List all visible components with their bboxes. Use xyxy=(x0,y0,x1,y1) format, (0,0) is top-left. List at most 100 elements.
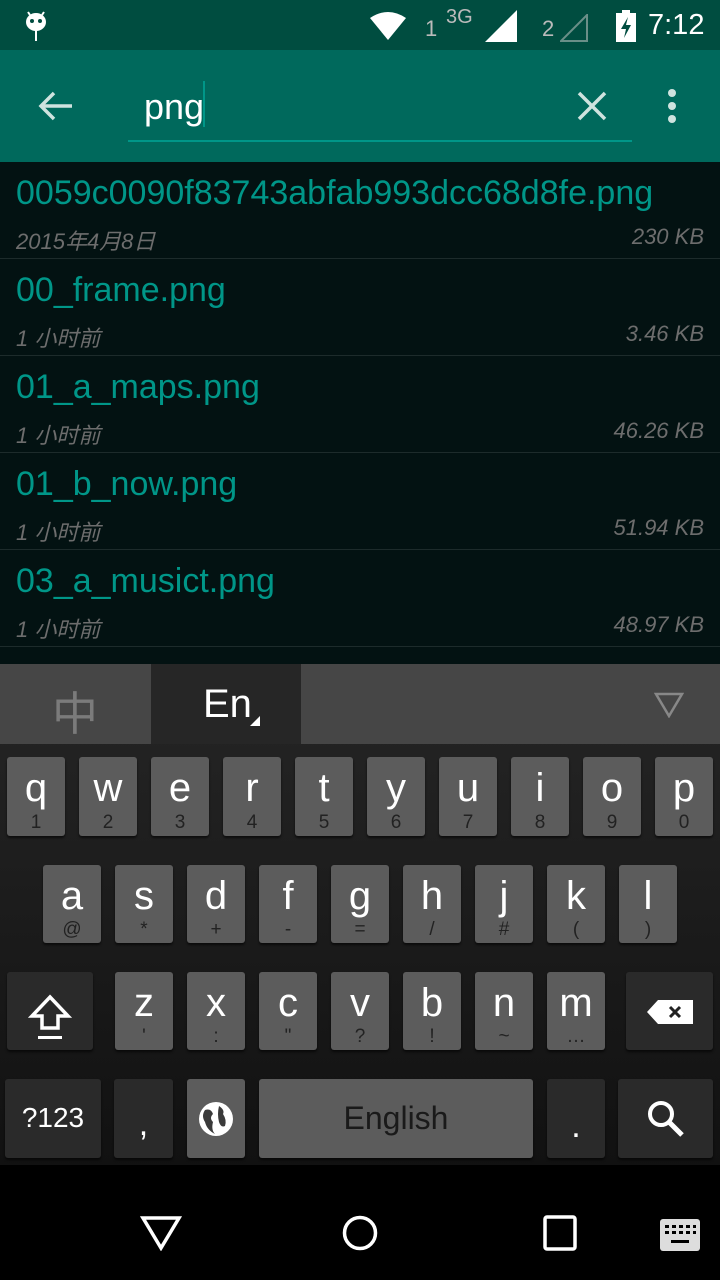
keyboard: 中 En q 1 w 2 e 3 r 4 t 5 y 6 u 7 i 8 o 9 p 0 a @ s * d + f - g = h / j # k… xyxy=(0,664,720,1165)
key-label: d xyxy=(204,874,228,918)
tab-chinese[interactable]: 中 xyxy=(0,664,151,744)
file-name: 03_a_musict.png xyxy=(16,562,275,600)
key-secondary-label: ' xyxy=(142,1026,146,1047)
key-i[interactable]: i8 xyxy=(511,757,569,836)
key-w[interactable]: w2 xyxy=(79,757,137,836)
key-secondary-label: 2 xyxy=(102,812,114,833)
key-y[interactable]: y6 xyxy=(367,757,425,836)
recents-nav-icon[interactable] xyxy=(543,1215,577,1251)
key-label: i xyxy=(535,766,545,810)
key-label: g xyxy=(348,874,372,918)
key-label: n xyxy=(492,981,516,1025)
key-o[interactable]: o9 xyxy=(583,757,641,836)
key-secondary-label: + xyxy=(210,919,222,940)
key-label: . xyxy=(571,1107,581,1145)
key-x[interactable]: x: xyxy=(187,972,245,1050)
file-date: 1 小时前 xyxy=(16,423,101,448)
key-label: ?123 xyxy=(21,1102,85,1133)
key-label: j xyxy=(499,874,509,918)
key-label: o xyxy=(600,766,624,810)
file-list-item[interactable]: 03_a_musict.png 1 小时前 48.97 KB xyxy=(0,550,720,647)
key-j[interactable]: j # xyxy=(475,865,533,943)
key-u[interactable]: u7 xyxy=(439,757,497,836)
delete-key[interactable] xyxy=(626,972,713,1050)
file-list-item[interactable]: 01_a_maps.png 1 小时前 46.26 KB xyxy=(0,356,720,453)
clock: 7:12 xyxy=(648,9,705,41)
key-l[interactable]: l) xyxy=(619,865,677,943)
globe-icon xyxy=(199,1102,233,1136)
file-name: 0059c0090f83743abfab993dcc68d8fe.png xyxy=(16,174,654,212)
key-h[interactable]: h / xyxy=(403,865,461,943)
key-s[interactable]: s * xyxy=(115,865,173,943)
key-label: e xyxy=(168,766,192,810)
key-label: w xyxy=(93,766,123,810)
close-icon[interactable] xyxy=(576,90,608,122)
key-n[interactable]: n ~ xyxy=(475,972,533,1050)
key-a[interactable]: a @ xyxy=(43,865,101,943)
tab-english[interactable]: En xyxy=(151,664,301,744)
key-secondary-label: 8 xyxy=(534,812,546,833)
keyboard-switch-icon[interactable] xyxy=(660,1219,700,1251)
collapse-triangle-icon[interactable] xyxy=(654,692,684,718)
shift-icon xyxy=(27,994,73,1039)
symbols-key[interactable]: ?123 xyxy=(5,1079,101,1158)
space-key[interactable]: English xyxy=(259,1079,533,1158)
key-g[interactable]: g = xyxy=(331,865,389,943)
file-date: 2015年4月8日 xyxy=(16,229,156,254)
search-key[interactable] xyxy=(618,1079,713,1158)
key-t[interactable]: t5 xyxy=(295,757,353,836)
key-f[interactable]: f- xyxy=(259,865,317,943)
key-secondary-label: 5 xyxy=(318,812,330,833)
key-secondary-label: " xyxy=(284,1026,292,1047)
key-k[interactable]: k( xyxy=(547,865,605,943)
file-size: 3.46 KB xyxy=(625,321,704,346)
arrow-left-icon[interactable] xyxy=(38,90,74,122)
shift-key[interactable] xyxy=(7,972,93,1050)
search-query: png xyxy=(144,86,205,127)
file-list-item[interactable]: 00_frame.png 1 小时前 3.46 KB xyxy=(0,259,720,356)
file-list-item[interactable]: 0059c0090f83743abfab993dcc68d8fe.png 2015… xyxy=(0,162,720,259)
key-secondary-label: @ xyxy=(62,919,82,940)
search-icon xyxy=(647,1101,684,1137)
key-e[interactable]: e3 xyxy=(151,757,209,836)
status-bar: 1 3G 2 7:12 xyxy=(0,0,720,50)
text-cursor xyxy=(203,81,205,127)
key-secondary-label: ) xyxy=(644,919,652,940)
key-v[interactable]: v? xyxy=(331,972,389,1050)
key-p[interactable]: p0 xyxy=(655,757,713,836)
more-vert-icon[interactable] xyxy=(664,88,680,124)
key-m[interactable]: m… xyxy=(547,972,605,1050)
back-nav-icon[interactable] xyxy=(140,1215,182,1251)
key-secondary-label: 7 xyxy=(462,812,474,833)
key-label: v xyxy=(350,981,370,1025)
search-toolbar: png xyxy=(0,50,720,162)
period-key[interactable]: . xyxy=(547,1079,605,1158)
home-nav-icon[interactable] xyxy=(342,1215,378,1251)
sim1-label: 1 xyxy=(425,16,438,41)
file-name: 01_b_now.png xyxy=(16,465,238,503)
key-label: , xyxy=(138,1105,149,1143)
key-b[interactable]: b! xyxy=(403,972,461,1050)
file-list-item[interactable]: 01_b_now.png 1 小时前 51.94 KB xyxy=(0,453,720,550)
key-z[interactable]: z ' xyxy=(115,972,173,1050)
file-date: 1 小时前 xyxy=(16,326,101,351)
signal-icon xyxy=(485,10,517,42)
key-d[interactable]: d + xyxy=(187,865,245,943)
file-size: 48.97 KB xyxy=(613,612,704,637)
key-secondary-label: ( xyxy=(572,919,580,940)
file-size: 230 KB xyxy=(631,224,704,249)
key-secondary-label: ~ xyxy=(498,1026,510,1047)
search-input[interactable]: png xyxy=(128,76,632,142)
language-key[interactable] xyxy=(187,1079,245,1158)
key-label: f xyxy=(282,874,294,918)
key-q[interactable]: q1 xyxy=(7,757,65,836)
key-label: p xyxy=(672,766,696,810)
key-c[interactable]: c " xyxy=(259,972,317,1050)
comma-key[interactable]: , xyxy=(114,1079,173,1158)
key-label: b xyxy=(420,981,444,1025)
android-icon xyxy=(26,11,46,41)
language-bar: 中 En xyxy=(0,664,720,744)
file-size: 46.26 KB xyxy=(613,418,704,443)
key-r[interactable]: r4 xyxy=(223,757,281,836)
file-name: 01_a_maps.png xyxy=(16,368,260,406)
